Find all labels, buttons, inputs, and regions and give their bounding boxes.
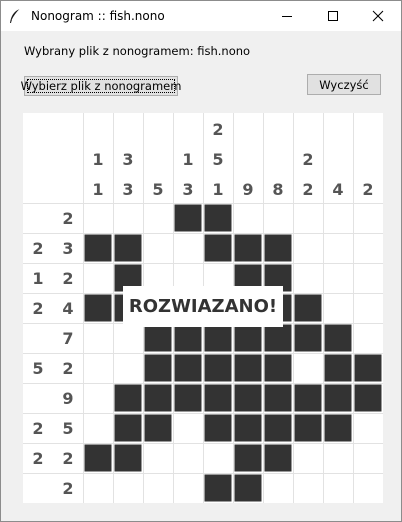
row-clue: 7	[62, 329, 73, 348]
row-clue: 2	[62, 269, 73, 288]
clear-button[interactable]: Wyczyść	[307, 74, 381, 95]
filled-cell[interactable]	[264, 234, 292, 262]
filled-cell[interactable]	[84, 294, 112, 322]
filled-cell[interactable]	[324, 324, 352, 352]
maximize-icon	[328, 11, 338, 21]
column-clue: 9	[242, 180, 253, 199]
column-clue: 1	[182, 150, 193, 169]
row-clue: 1	[32, 269, 43, 288]
focus-ring	[27, 79, 175, 93]
filled-cell[interactable]	[204, 324, 232, 352]
filled-cell[interactable]	[264, 414, 292, 442]
filled-cell[interactable]	[294, 324, 322, 352]
row-clue: 9	[62, 389, 73, 408]
column-clue: 5	[212, 150, 223, 169]
filled-cell[interactable]	[114, 414, 142, 442]
row-clue: 4	[62, 299, 73, 318]
filled-cell[interactable]	[144, 324, 172, 352]
column-clue: 2	[302, 180, 313, 199]
column-clue: 4	[332, 180, 343, 199]
column-clue: 1	[92, 150, 103, 169]
filled-cell[interactable]	[174, 384, 202, 412]
row-clue: 5	[62, 419, 73, 438]
row-clue: 3	[62, 239, 73, 258]
column-clue: 2	[362, 180, 373, 199]
filled-cell[interactable]	[234, 234, 262, 262]
row-clue: 2	[62, 479, 73, 498]
filled-cell[interactable]	[204, 414, 232, 442]
filled-cell[interactable]	[234, 384, 262, 412]
filled-cell[interactable]	[204, 474, 232, 502]
close-icon	[372, 10, 384, 22]
feather-icon	[8, 8, 22, 24]
filled-cell[interactable]	[234, 444, 262, 472]
filled-cell[interactable]	[354, 354, 382, 382]
filled-cell[interactable]	[204, 234, 232, 262]
column-clue: 3	[122, 180, 133, 199]
filled-cell[interactable]	[84, 234, 112, 262]
app-window: Nonogram :: fish.nono Wybrany plik z non…	[0, 0, 402, 522]
column-clue: 1	[212, 180, 223, 199]
filled-cell[interactable]	[294, 384, 322, 412]
row-clue: 5	[32, 359, 43, 378]
column-clue: 1	[92, 180, 103, 199]
row-clue: 2	[62, 359, 73, 378]
row-clue: 2	[32, 419, 43, 438]
filled-cell[interactable]	[174, 324, 202, 352]
filled-cell[interactable]	[264, 324, 292, 352]
filled-cell[interactable]	[264, 354, 292, 382]
filled-cell[interactable]	[204, 384, 232, 412]
column-clue: 3	[122, 150, 133, 169]
filled-cell[interactable]	[144, 414, 172, 442]
filled-cell[interactable]	[204, 204, 232, 232]
filled-cell[interactable]	[174, 354, 202, 382]
row-clue: 2	[62, 209, 73, 228]
maximize-button[interactable]	[310, 1, 356, 31]
filled-cell[interactable]	[234, 414, 262, 442]
selected-file-label: Wybrany plik z nonogramem: fish.nono	[24, 44, 251, 58]
filled-cell[interactable]	[234, 324, 262, 352]
filled-cell[interactable]	[294, 414, 322, 442]
filled-cell[interactable]	[234, 354, 262, 382]
filled-cell[interactable]	[294, 294, 322, 322]
title-bar[interactable]: Nonogram :: fish.nono	[1, 1, 401, 31]
close-button[interactable]	[355, 1, 401, 31]
filled-cell[interactable]	[114, 444, 142, 472]
choose-file-button[interactable]: Wybierz plik z nonogramem	[21, 76, 181, 96]
column-clue: 3	[182, 180, 193, 199]
filled-cell[interactable]	[84, 444, 112, 472]
row-clue: 2	[32, 239, 43, 258]
nonogram-board: 11335132519822422231224752925222 ROZWIAZ…	[23, 113, 383, 503]
row-clue: 2	[32, 299, 43, 318]
filled-cell[interactable]	[144, 354, 172, 382]
filled-cell[interactable]	[264, 384, 292, 412]
row-clue: 2	[32, 449, 43, 468]
minimize-button[interactable]	[264, 1, 310, 31]
clear-button-label: Wyczyść	[319, 77, 369, 92]
filled-cell[interactable]	[324, 384, 352, 412]
filled-cell[interactable]	[114, 234, 142, 262]
filled-cell[interactable]	[264, 444, 292, 472]
solved-banner: ROZWIAZANO!	[123, 286, 283, 327]
filled-cell[interactable]	[114, 384, 142, 412]
filled-cell[interactable]	[324, 354, 352, 382]
filled-cell[interactable]	[174, 204, 202, 232]
column-clue: 8	[272, 180, 283, 199]
filled-cell[interactable]	[324, 414, 352, 442]
filled-cell[interactable]	[204, 354, 232, 382]
column-clue: 5	[152, 180, 163, 199]
minimize-icon	[282, 16, 292, 17]
filled-cell[interactable]	[354, 384, 382, 412]
column-clue: 2	[302, 150, 313, 169]
column-clue: 2	[212, 120, 223, 139]
row-clue: 2	[62, 449, 73, 468]
filled-cell[interactable]	[144, 384, 172, 412]
filled-cell[interactable]	[234, 474, 262, 502]
window-title: Nonogram :: fish.nono	[31, 9, 165, 23]
